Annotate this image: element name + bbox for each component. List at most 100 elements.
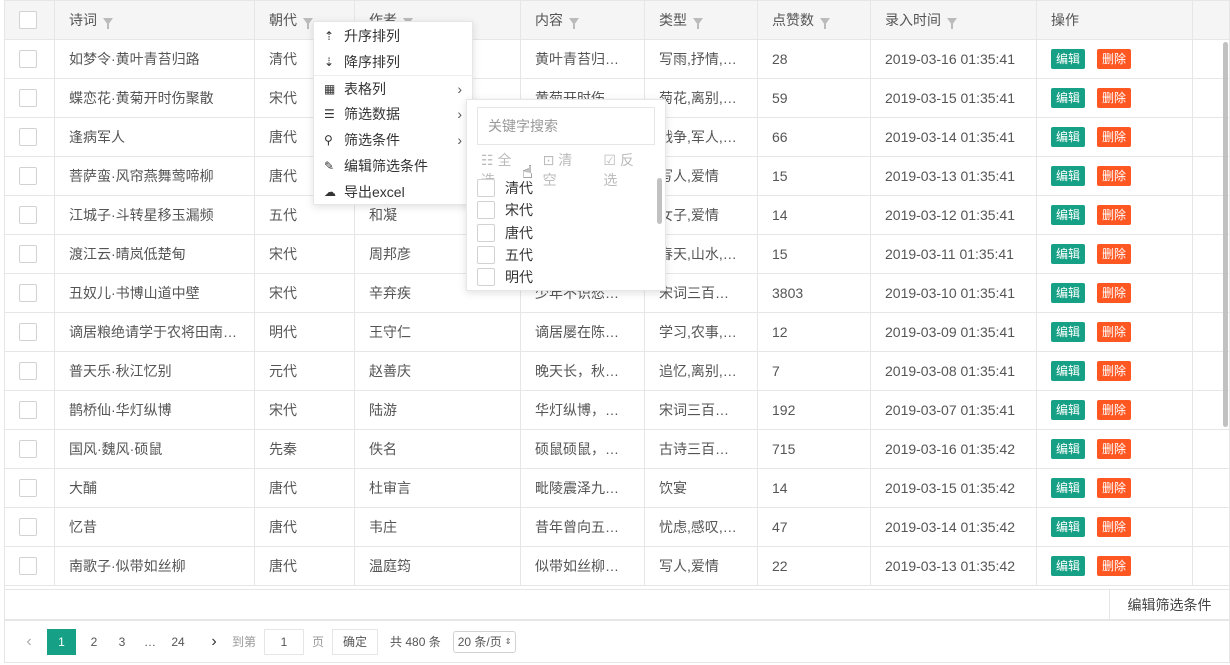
column-header[interactable]: 诗词: [55, 1, 255, 39]
checkbox[interactable]: [19, 362, 37, 380]
row-select-cell[interactable]: [5, 430, 55, 468]
checkbox[interactable]: [19, 50, 37, 68]
menu-sort-desc[interactable]: ⇣ 降序排列: [314, 49, 472, 75]
confirm-goto-button[interactable]: 确定: [332, 628, 379, 655]
edit-button[interactable]: 编辑: [1051, 439, 1086, 459]
filter-icon[interactable]: [693, 17, 703, 29]
submenu-scrollbar[interactable]: [657, 178, 662, 224]
column-header[interactable]: 操作: [1037, 1, 1193, 39]
edit-button[interactable]: 编辑: [1051, 400, 1086, 420]
filter-option[interactable]: 五代: [477, 245, 533, 265]
page-3-button[interactable]: 3: [112, 629, 132, 655]
delete-button[interactable]: 删除: [1097, 361, 1132, 381]
table-row[interactable]: 大酺 唐代 杜审言 毗陵震泽九… 饮宴 14 2019-03-15 01:35:42 编辑 删除: [5, 469, 1229, 508]
page-24-button[interactable]: 24: [168, 629, 188, 655]
column-header[interactable]: 点赞数: [758, 1, 871, 39]
filter-icon[interactable]: [103, 17, 113, 29]
row-select-cell[interactable]: [5, 391, 55, 429]
checkbox[interactable]: [19, 206, 37, 224]
column-header[interactable]: 内容: [521, 1, 645, 39]
checkbox[interactable]: [19, 323, 37, 341]
table-scrollbar[interactable]: [1223, 42, 1228, 427]
menu-sort-asc[interactable]: ⇡ 升序排列: [314, 23, 472, 49]
edit-button[interactable]: 编辑: [1051, 322, 1086, 342]
table-row[interactable]: 普天乐·秋江忆别 元代 赵善庆 晚天长，秋… 追忆,离别,… 7 2019-03-08 01…: [5, 352, 1229, 391]
row-select-cell[interactable]: [5, 40, 55, 78]
page-2-button[interactable]: 2: [84, 629, 104, 655]
checkbox[interactable]: [19, 167, 37, 185]
edit-button[interactable]: 编辑: [1051, 49, 1086, 69]
delete-button[interactable]: 删除: [1097, 88, 1132, 108]
menu-export-excel[interactable]: ☁ 导出excel: [314, 179, 472, 205]
edit-button[interactable]: 编辑: [1051, 361, 1086, 381]
menu-filter-data[interactable]: ☰ 筛选数据 ›: [314, 101, 472, 127]
table-row[interactable]: 鹊桥仙·华灯纵博 宋代 陆游 华灯纵博，… 宋词三百… 192 2019-03-07 01:…: [5, 391, 1229, 430]
header-select-all[interactable]: [5, 1, 55, 39]
filter-option[interactable]: 宋代: [477, 200, 533, 220]
checkbox[interactable]: [477, 179, 495, 197]
checkbox[interactable]: [477, 268, 495, 286]
filter-option[interactable]: 唐代: [477, 223, 533, 243]
checkbox[interactable]: [19, 518, 37, 536]
row-select-cell[interactable]: [5, 157, 55, 195]
menu-filter-conditions[interactable]: ⚲ 筛选条件 ›: [314, 127, 472, 153]
row-select-cell[interactable]: [5, 118, 55, 156]
menu-table-columns[interactable]: ▦ 表格列 ›: [314, 75, 472, 101]
checkbox[interactable]: [477, 246, 495, 264]
delete-button[interactable]: 删除: [1097, 400, 1132, 420]
row-select-cell[interactable]: [5, 313, 55, 351]
edit-button[interactable]: 编辑: [1051, 166, 1086, 186]
checkbox[interactable]: [19, 128, 37, 146]
delete-button[interactable]: 删除: [1097, 478, 1132, 498]
delete-button[interactable]: 删除: [1097, 205, 1132, 225]
column-header[interactable]: 录入时间: [871, 1, 1037, 39]
row-select-cell[interactable]: [5, 79, 55, 117]
checkbox[interactable]: [477, 224, 495, 242]
menu-edit-filter[interactable]: ✎ 编辑筛选条件: [314, 153, 472, 179]
edit-button[interactable]: 编辑: [1051, 205, 1086, 225]
table-row[interactable]: 忆昔 唐代 韦庄 昔年曾向五… 忧虑,感叹,… 47 2019-03-14 01:35:42…: [5, 508, 1229, 547]
edit-button[interactable]: 编辑: [1051, 517, 1086, 537]
filter-icon[interactable]: [820, 17, 830, 29]
edit-button[interactable]: 编辑: [1051, 478, 1086, 498]
row-select-cell[interactable]: [5, 274, 55, 312]
checkbox[interactable]: [19, 245, 37, 263]
checkbox[interactable]: [19, 11, 37, 29]
checkbox[interactable]: [19, 479, 37, 497]
column-header[interactable]: 类型: [645, 1, 758, 39]
table-row[interactable]: 国风·魏风·硕鼠 先秦 佚名 硕鼠硕鼠，… 古诗三百… 715 2019-03-16 01:…: [5, 430, 1229, 469]
row-select-cell[interactable]: [5, 235, 55, 273]
prev-page-button[interactable]: ‹: [19, 629, 39, 655]
edit-button[interactable]: 编辑: [1051, 244, 1086, 264]
row-select-cell[interactable]: [5, 352, 55, 390]
edit-button[interactable]: 编辑: [1051, 88, 1086, 108]
delete-button[interactable]: 删除: [1097, 244, 1132, 264]
goto-page-input[interactable]: 1: [264, 628, 305, 655]
delete-button[interactable]: 删除: [1097, 556, 1132, 576]
checkbox[interactable]: [19, 284, 37, 302]
edit-button[interactable]: 编辑: [1051, 283, 1086, 303]
checkbox[interactable]: [19, 557, 37, 575]
row-select-cell[interactable]: [5, 469, 55, 507]
filter-icon[interactable]: [947, 17, 957, 29]
edit-filter-button[interactable]: 编辑筛选条件: [1109, 590, 1229, 620]
keyword-search-input[interactable]: 关键字搜索: [477, 107, 655, 145]
invert-button[interactable]: ☑ 反选: [603, 150, 653, 190]
delete-button[interactable]: 删除: [1097, 517, 1132, 537]
row-select-cell[interactable]: [5, 547, 55, 585]
checkbox[interactable]: [19, 440, 37, 458]
filter-option[interactable]: 明代: [477, 267, 533, 287]
delete-button[interactable]: 删除: [1097, 322, 1132, 342]
table-row[interactable]: 南歌子·似带如丝柳 唐代 温庭筠 似带如丝柳… 写人,爱情 22 2019-03-13 01…: [5, 547, 1229, 586]
page-1-button[interactable]: 1: [47, 628, 76, 655]
delete-button[interactable]: 删除: [1097, 166, 1132, 186]
page-size-select[interactable]: 20 条/页 ⇕: [452, 630, 517, 653]
checkbox[interactable]: [19, 89, 37, 107]
checkbox[interactable]: [477, 201, 495, 219]
edit-button[interactable]: 编辑: [1051, 127, 1086, 147]
table-row[interactable]: 谪居粮绝请学于农将田南… 明代 王守仁 谪居屡在陈… 学习,农事,… 12 2019-03-…: [5, 313, 1229, 352]
edit-button[interactable]: 编辑: [1051, 556, 1086, 576]
table-row[interactable]: 如梦令·黄叶青苔归路 清代 黄叶青苔归… 写雨,抒情,… 28 2019-03-16 01…: [5, 40, 1229, 79]
clear-button[interactable]: ⊡ 清空: [543, 150, 592, 190]
next-page-button[interactable]: ›: [204, 629, 224, 655]
